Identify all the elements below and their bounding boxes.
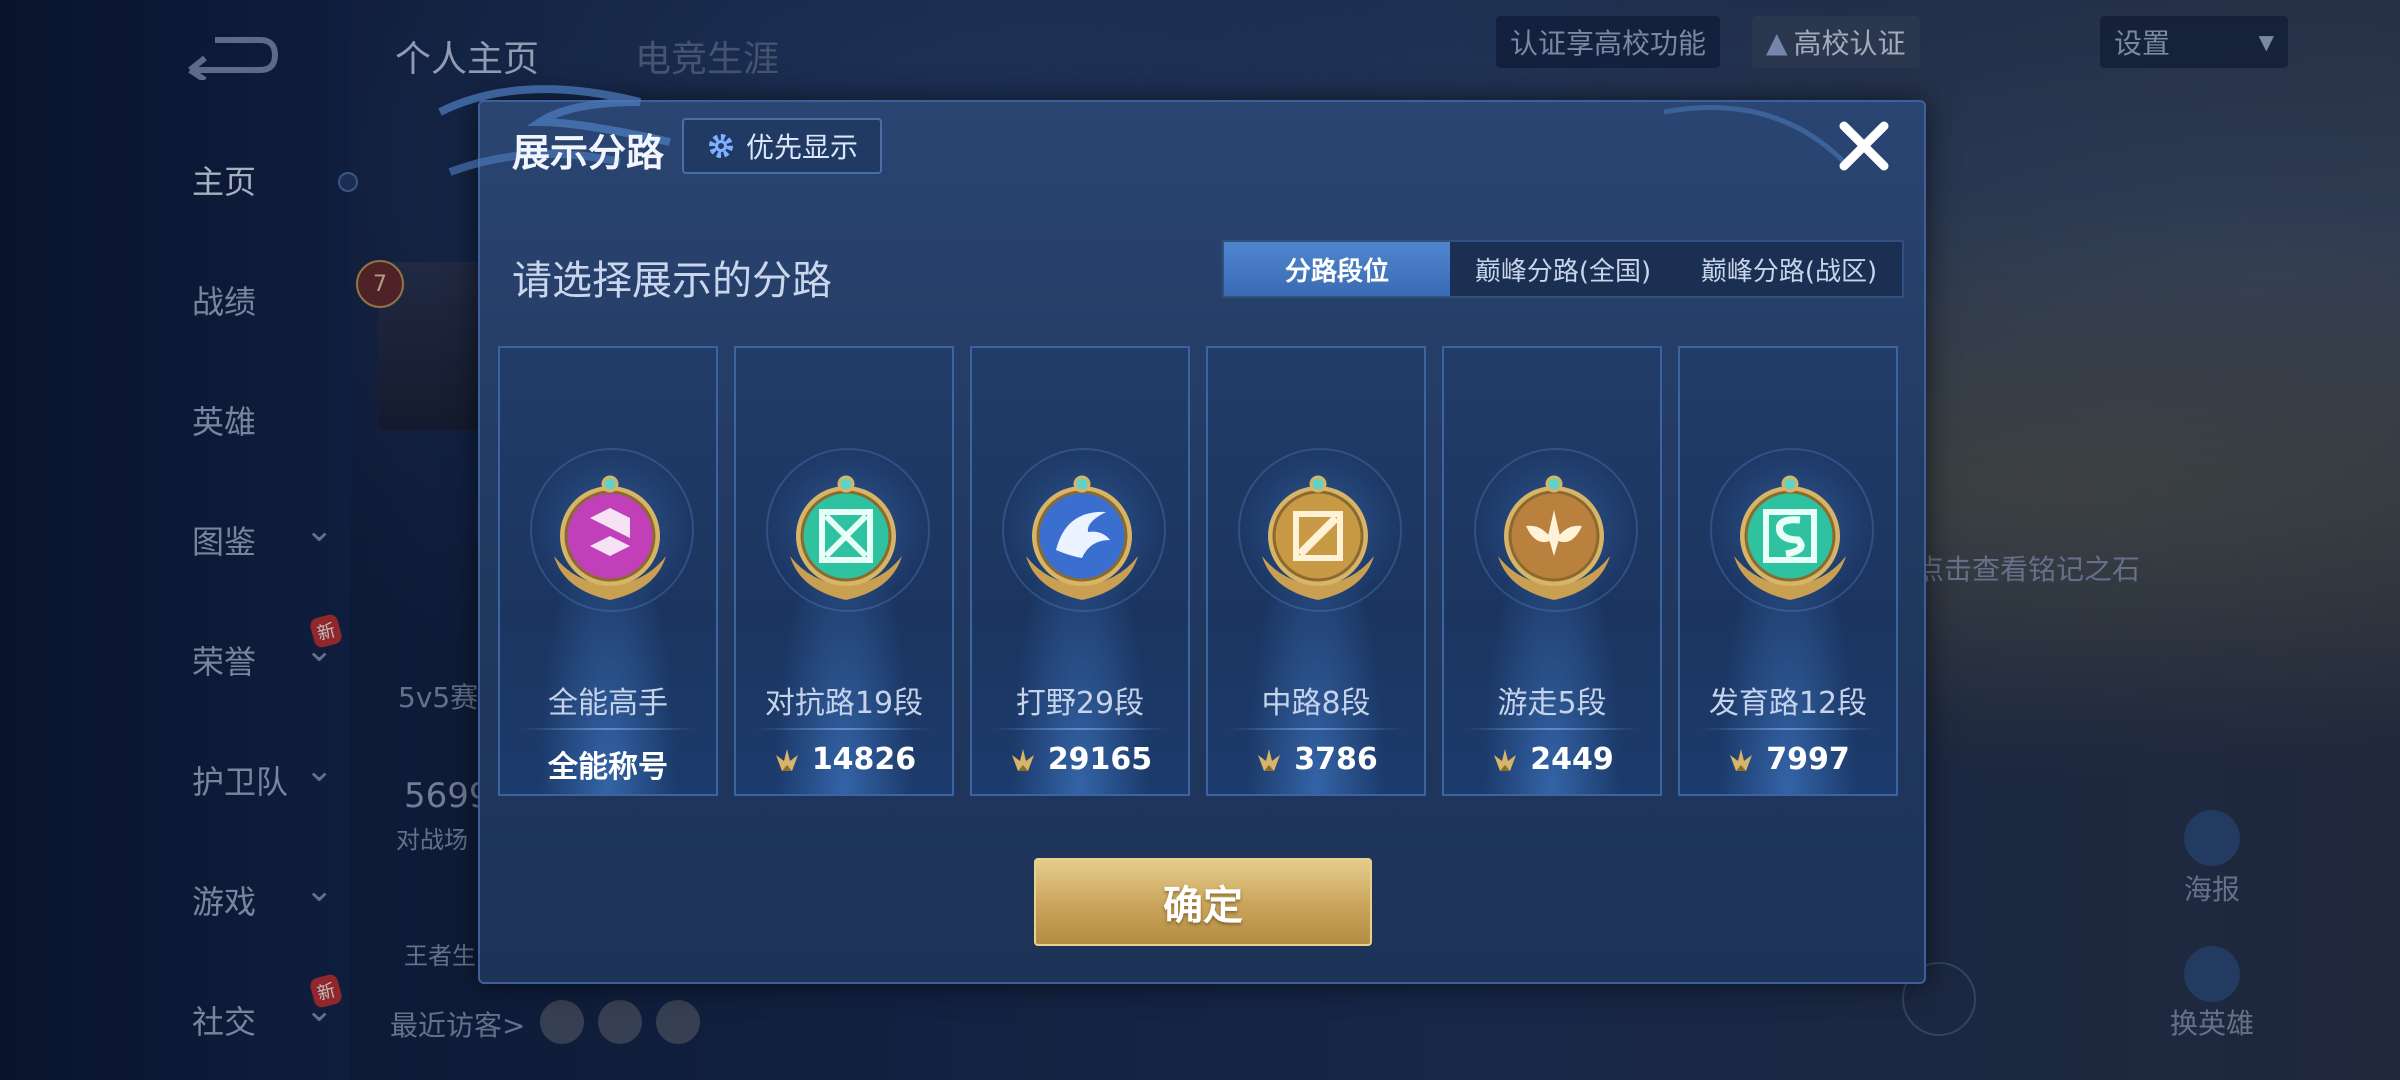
- peak-points-icon: [1490, 745, 1520, 775]
- priority-display-button[interactable]: 优先显示: [682, 118, 882, 174]
- lane-rank-label: 打野29段: [1015, 686, 1145, 721]
- lane-card[interactable]: 游走5段 2449: [1442, 346, 1662, 796]
- divider: [992, 728, 1168, 730]
- lane-rank-label: 对抗路19段: [764, 686, 924, 721]
- roam-emblem-icon: [1478, 460, 1630, 612]
- lane-type-tabs: 分路段位 巅峰分路(全国) 巅峰分路(战区): [1222, 240, 1904, 298]
- peak-points-icon: [1254, 745, 1284, 775]
- peak-points-icon: [772, 745, 802, 775]
- divider: [1464, 728, 1640, 730]
- jungle-emblem-icon: [1006, 460, 1158, 612]
- lane-score: 3786: [1208, 742, 1424, 777]
- all-round-emblem-icon: [534, 460, 686, 612]
- peak-points-icon: [1008, 745, 1038, 775]
- lane-rank-label: 中路8段: [1261, 686, 1371, 721]
- lane-rank-label: 全能高手: [548, 686, 668, 721]
- lane-card[interactable]: 打野29段 29165: [970, 346, 1190, 796]
- lane-score: 14826: [736, 742, 952, 777]
- divider: [520, 728, 696, 730]
- lane-rank-label: 发育路12段: [1708, 686, 1868, 721]
- lane-card[interactable]: 发育路12段 7997: [1678, 346, 1898, 796]
- divider: [756, 728, 932, 730]
- lane-score-value: 3786: [1294, 742, 1378, 777]
- peak-points-icon: [1726, 745, 1756, 775]
- lane-score-value: 29165: [1047, 742, 1153, 777]
- mid-lane-emblem-icon: [1242, 460, 1394, 612]
- lane-score: 2449: [1444, 742, 1660, 777]
- tab-lane-rank[interactable]: 分路段位: [1224, 242, 1450, 296]
- lane-display-dialog: 展示分路 优先显示 请选择展示的分路 分路段位 巅峰分路(全国) 巅峰分路(战区…: [438, 85, 1926, 984]
- lane-card[interactable]: 中路8段 3786: [1206, 346, 1426, 796]
- divider: [1700, 728, 1876, 730]
- lane-score-value: 全能称号: [548, 750, 668, 785]
- divider: [1228, 728, 1404, 730]
- priority-display-label: 优先显示: [745, 131, 858, 164]
- lane-score-value: 14826: [811, 742, 917, 777]
- confirm-button[interactable]: 确定: [1034, 858, 1372, 946]
- lane-score-value: 7997: [1766, 742, 1850, 777]
- lane-score: 29165: [972, 742, 1188, 777]
- lane-rank-label: 游走5段: [1497, 686, 1607, 721]
- lane-card[interactable]: 全能高手 全能称号: [498, 346, 718, 796]
- farm-lane-emblem-icon: [1714, 460, 1866, 612]
- dialog-title: 展示分路: [512, 131, 665, 175]
- tab-peak-region[interactable]: 巅峰分路(战区): [1676, 242, 1902, 296]
- close-icon[interactable]: [1834, 116, 1894, 176]
- lane-card[interactable]: 对抗路19段 14826: [734, 346, 954, 796]
- lane-score: 全能称号: [500, 742, 716, 786]
- clash-lane-emblem-icon: [770, 460, 922, 612]
- lane-score-value: 2449: [1530, 742, 1614, 777]
- lane-score: 7997: [1680, 742, 1896, 777]
- select-lane-heading: 请选择展示的分路: [512, 258, 832, 304]
- tab-peak-national[interactable]: 巅峰分路(全国): [1450, 242, 1676, 296]
- gear-icon: [708, 134, 733, 158]
- swirl-decoration: [1663, 105, 1846, 164]
